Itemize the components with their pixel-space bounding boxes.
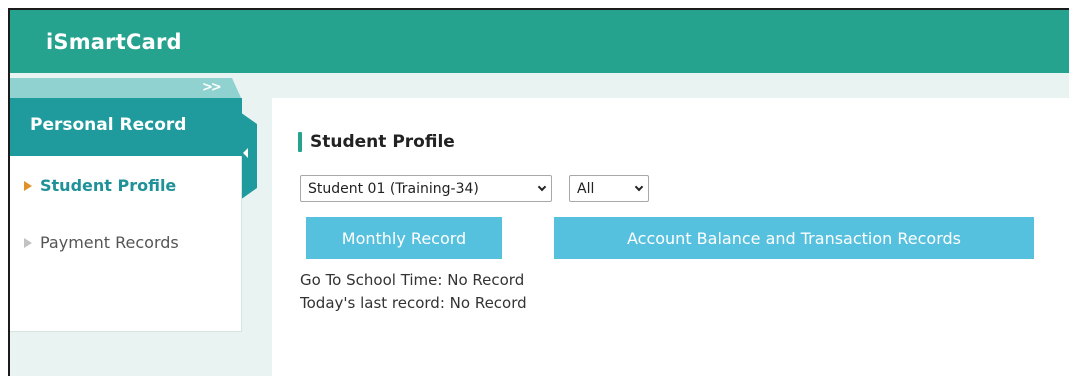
monthly-record-button[interactable]: Monthly Record: [306, 217, 502, 259]
page-title: Student Profile: [298, 132, 455, 152]
account-balance-button[interactable]: Account Balance and Transaction Records: [554, 217, 1034, 259]
expand-icon[interactable]: >>: [202, 80, 222, 95]
page-title-text: Student Profile: [310, 132, 455, 152]
triangle-bullet-icon: [24, 237, 32, 248]
sidebar-item-student-profile[interactable]: Student Profile: [24, 176, 176, 195]
collapse-icon[interactable]: [243, 148, 248, 158]
triangle-bullet-icon: [24, 180, 32, 191]
sidebar-item-payment-records[interactable]: Payment Records: [24, 233, 179, 252]
last-record-time: Today's last record: No Record: [300, 294, 527, 312]
main-content: Student Profile Student 01 (Training-34)…: [272, 98, 1069, 376]
chevron-down-icon: [634, 182, 644, 192]
app-title: iSmartCard: [46, 30, 182, 54]
chevron-down-icon: [537, 182, 547, 192]
sidebar-item-label: Student Profile: [40, 176, 177, 195]
title-accent-bar: [298, 132, 302, 152]
sidebar-header-label: Personal Record: [30, 115, 187, 135]
student-select[interactable]: Student 01 (Training-34): [300, 175, 552, 202]
period-select-value: All: [577, 180, 595, 197]
sidebar-toggle-bar[interactable]: >>: [10, 78, 242, 100]
sidebar-item-label: Payment Records: [40, 233, 179, 252]
top-header: iSmartCard: [10, 10, 1069, 73]
period-select[interactable]: All: [569, 175, 649, 202]
student-select-value: Student 01 (Training-34): [308, 180, 479, 197]
go-to-school-time: Go To School Time: No Record: [300, 271, 525, 289]
app-window: iSmartCard >> Personal Record Student Pr…: [8, 8, 1069, 376]
sidebar-header: Personal Record: [10, 98, 242, 156]
sidebar-menu: Student Profile Payment Records: [10, 156, 242, 332]
